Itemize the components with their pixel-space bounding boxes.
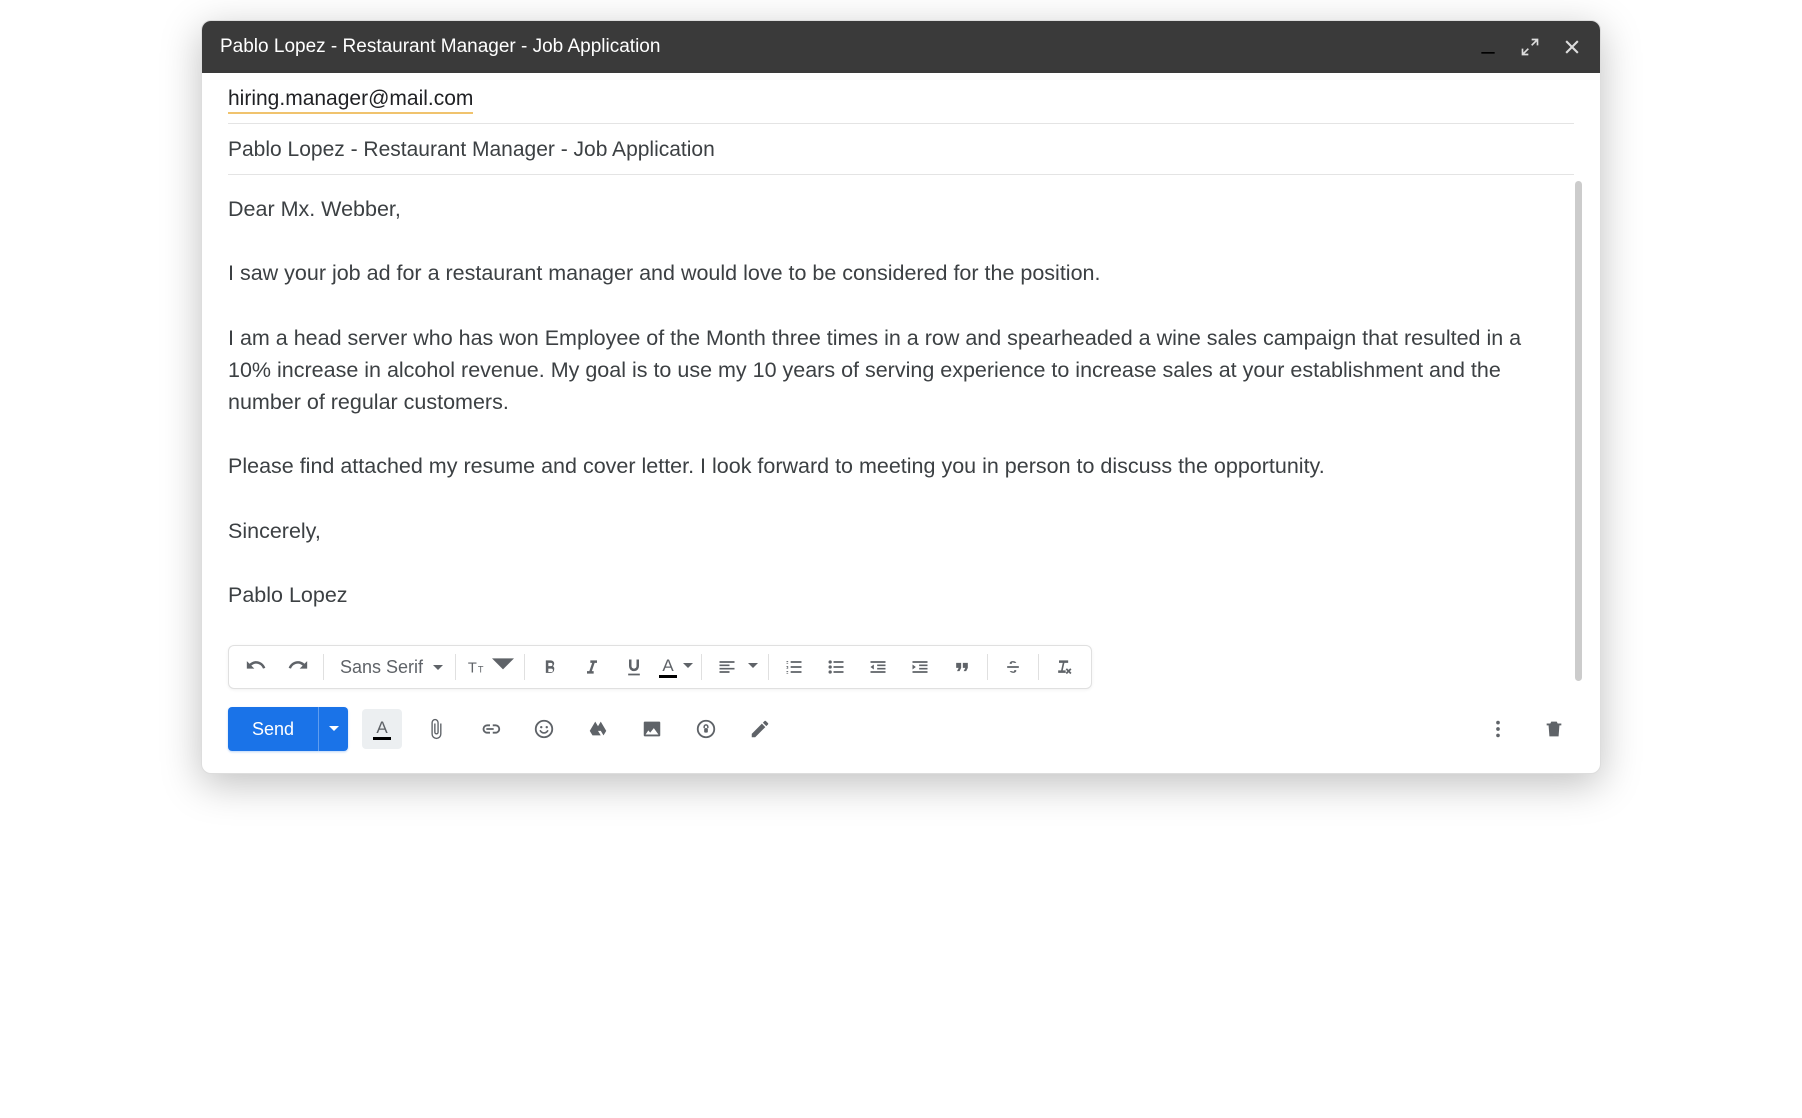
bold-icon[interactable]	[529, 650, 571, 684]
insert-photo-icon[interactable]	[632, 709, 672, 749]
italic-icon[interactable]	[571, 650, 613, 684]
subject-field[interactable]: Pablo Lopez - Restaurant Manager - Job A…	[228, 124, 1574, 175]
font-size-picker[interactable]: TT	[460, 654, 520, 681]
redo-icon[interactable]	[277, 650, 319, 684]
indent-less-icon[interactable]	[857, 650, 899, 684]
send-options-dropdown[interactable]	[318, 707, 348, 751]
confidential-mode-icon[interactable]	[686, 709, 726, 749]
strikethrough-icon[interactable]	[992, 650, 1034, 684]
undo-icon[interactable]	[235, 650, 277, 684]
font-family-picker[interactable]: Sans Serif	[328, 650, 451, 684]
body-closing: Sincerely,	[228, 515, 1556, 547]
align-icon[interactable]	[706, 650, 748, 684]
text-color-picker[interactable]: A	[655, 657, 697, 678]
indent-more-icon[interactable]	[899, 650, 941, 684]
more-options-icon[interactable]	[1478, 709, 1518, 749]
svg-text:T: T	[478, 665, 484, 675]
quote-icon[interactable]	[941, 650, 983, 684]
compose-actions-right	[1478, 709, 1574, 749]
compose-actions: Send A	[202, 693, 1600, 773]
compose-actions-left: Send A	[228, 707, 780, 751]
compose-window: Pablo Lopez - Restaurant Manager - Job A…	[201, 20, 1601, 774]
subject-text: Pablo Lopez - Restaurant Manager - Job A…	[228, 138, 715, 161]
formatting-toolbar: Sans Serif TT A	[228, 645, 1092, 689]
remove-formatting-icon[interactable]	[1043, 650, 1085, 684]
titlebar: Pablo Lopez - Restaurant Manager - Job A…	[202, 21, 1600, 73]
chevron-down-icon	[433, 657, 443, 678]
window-title: Pablo Lopez - Restaurant Manager - Job A…	[220, 36, 660, 58]
body-paragraph: I saw your job ad for a restaurant manag…	[228, 257, 1556, 289]
chevron-down-icon[interactable]	[748, 658, 764, 676]
send-button[interactable]: Send	[228, 707, 318, 751]
numbered-list-icon[interactable]	[773, 650, 815, 684]
to-field[interactable]: hiring.manager@mail.com	[228, 73, 1574, 124]
bulleted-list-icon[interactable]	[815, 650, 857, 684]
message-body[interactable]: Dear Mx. Webber, I saw your job ad for a…	[228, 175, 1574, 645]
insert-emoji-icon[interactable]	[524, 709, 564, 749]
discard-draft-icon[interactable]	[1534, 709, 1574, 749]
insert-link-icon[interactable]	[470, 709, 510, 749]
insert-drive-icon[interactable]	[578, 709, 618, 749]
font-family-label: Sans Serif	[340, 657, 423, 678]
chevron-down-icon	[683, 658, 693, 676]
compose-content: hiring.manager@mail.com Pablo Lopez - Re…	[202, 73, 1600, 645]
body-greeting: Dear Mx. Webber,	[228, 193, 1556, 225]
close-icon[interactable]	[1562, 37, 1582, 57]
scrollbar[interactable]	[1575, 181, 1582, 681]
insert-signature-icon[interactable]	[740, 709, 780, 749]
svg-text:T: T	[468, 661, 477, 677]
recipient-chip[interactable]: hiring.manager@mail.com	[228, 87, 473, 114]
formatting-options-icon[interactable]: A	[362, 709, 402, 749]
body-signature: Pablo Lopez	[228, 579, 1556, 611]
window-controls	[1478, 37, 1582, 57]
body-paragraph: I am a head server who has won Employee …	[228, 322, 1556, 419]
body-paragraph: Please find attached my resume and cover…	[228, 450, 1556, 482]
send-button-group: Send	[228, 707, 348, 751]
pop-in-icon[interactable]	[1520, 37, 1540, 57]
minimize-icon[interactable]	[1478, 37, 1498, 57]
chevron-down-icon	[492, 654, 514, 681]
underline-icon[interactable]	[613, 650, 655, 684]
attach-file-icon[interactable]	[416, 709, 456, 749]
